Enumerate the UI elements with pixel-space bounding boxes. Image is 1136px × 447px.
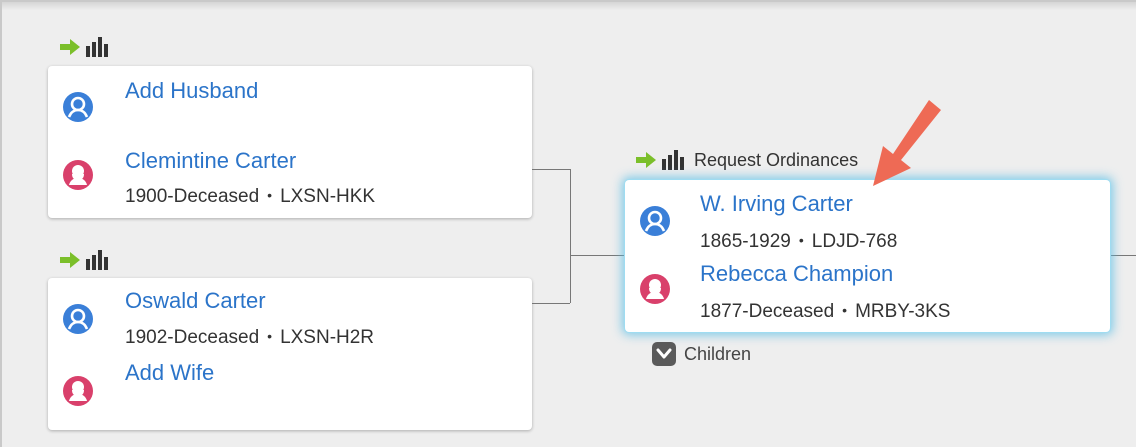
ordinance-icons-couple-1[interactable] <box>60 37 108 57</box>
green-arrow-icon <box>636 152 656 168</box>
green-arrow-icon <box>60 252 80 268</box>
parent-couple-card-1: Add Husband Clemintine Carter 1900-Decea… <box>48 66 532 218</box>
person-name-link[interactable]: Rebecca Champion <box>700 261 893 287</box>
pedigree-canvas: Add Husband Clemintine Carter 1900-Decea… <box>0 0 1136 447</box>
male-avatar-icon <box>63 92 93 122</box>
request-ordinances-label: Request Ordinances <box>694 149 859 170</box>
temple-icon <box>86 37 108 57</box>
add-wife-link[interactable]: Add Wife <box>125 360 214 386</box>
separator: • <box>842 302 848 318</box>
temple-icon <box>662 150 684 170</box>
person-name-link[interactable]: Oswald Carter <box>125 288 266 314</box>
person-id: MRBY-3KS <box>855 301 951 322</box>
lifespan: 1902-Deceased <box>125 327 260 348</box>
person-meta: 1900-Deceased • LXSN-HKK <box>125 183 375 209</box>
male-avatar-icon <box>640 206 670 236</box>
female-avatar-icon <box>63 376 93 406</box>
connector-line <box>1110 255 1136 256</box>
connector-line <box>570 255 625 256</box>
canvas-top-shadow <box>2 2 1136 10</box>
add-husband-link[interactable]: Add Husband <box>125 78 258 104</box>
lifespan: 1877-Deceased <box>700 301 835 322</box>
female-avatar-icon <box>63 160 93 190</box>
male-avatar-icon <box>63 304 93 334</box>
red-pointer-arrow <box>873 100 941 186</box>
female-avatar-icon <box>640 274 670 304</box>
request-ordinances[interactable]: Request Ordinances <box>636 150 858 170</box>
parent-couple-card-2: Oswald Carter 1902-Deceased • LXSN-H2R Add… <box>48 278 532 430</box>
person-meta: 1902-Deceased • LXSN-H2R <box>125 324 374 350</box>
chevron-down-icon <box>652 342 676 366</box>
person-id: LDJD-768 <box>811 231 898 252</box>
person-name-link[interactable]: Clemintine Carter <box>125 148 296 174</box>
ordinance-icons-couple-2[interactable] <box>60 250 108 270</box>
connector-line <box>532 303 570 304</box>
connector-line <box>570 169 571 303</box>
lifespan: 1865-1929 <box>700 231 791 252</box>
person-id: LXSN-HKK <box>280 186 376 207</box>
person-meta: 1877-Deceased • MRBY-3KS <box>700 298 950 324</box>
person-name-link[interactable]: W. Irving Carter <box>700 191 853 217</box>
person-meta: 1865-1929 • LDJD-768 <box>700 228 897 254</box>
lifespan: 1900-Deceased <box>125 186 260 207</box>
separator: • <box>267 187 273 203</box>
separator: • <box>267 328 273 344</box>
children-label: Children <box>684 343 752 364</box>
focus-couple-card: W. Irving Carter 1865-1929 • LDJD-768 Rebe… <box>625 180 1110 332</box>
green-arrow-icon <box>60 39 80 55</box>
temple-icon <box>86 250 108 270</box>
person-id: LXSN-H2R <box>280 327 375 348</box>
separator: • <box>798 232 804 248</box>
children-toggle[interactable]: Children <box>652 342 751 366</box>
connector-line <box>532 169 570 170</box>
